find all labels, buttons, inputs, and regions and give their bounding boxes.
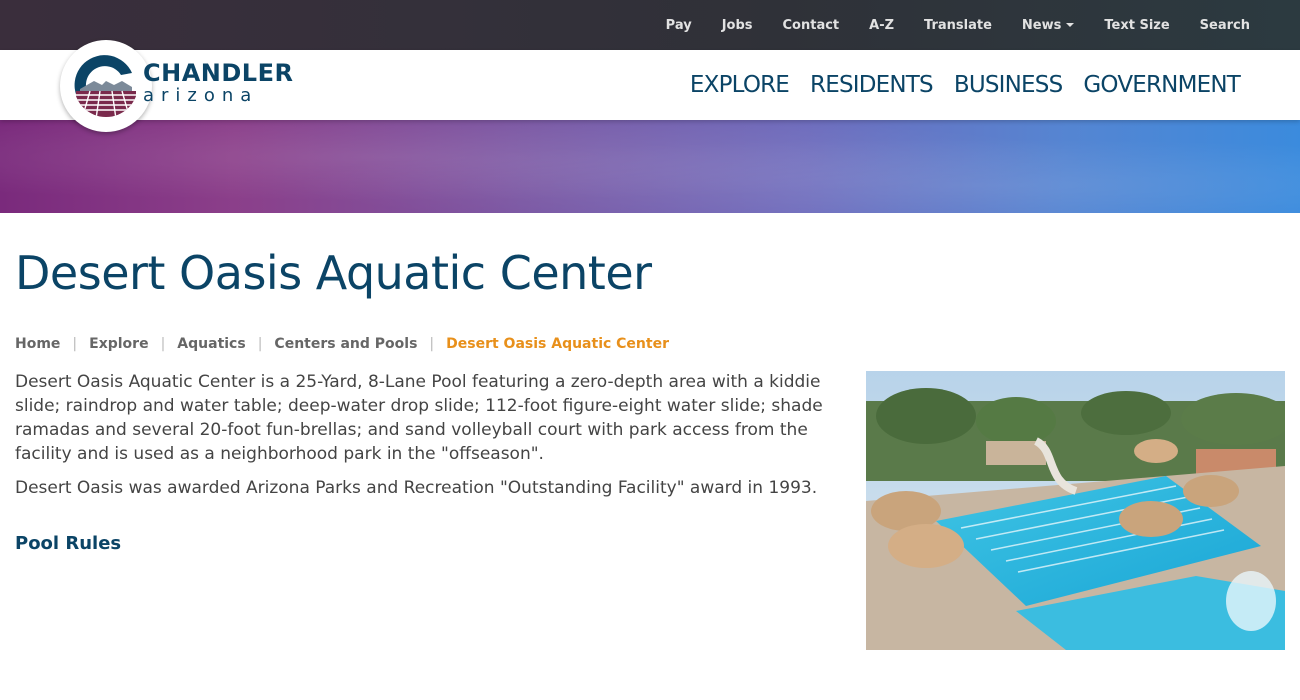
- award-paragraph: Desert Oasis was awarded Arizona Parks a…: [15, 478, 818, 498]
- utility-nav: Pay Jobs Contact A-Z Translate News Text…: [636, 0, 1250, 50]
- breadcrumb-home[interactable]: Home: [15, 336, 60, 352]
- pool-aerial-image: [866, 371, 1285, 650]
- util-link-a-z[interactable]: A-Z: [869, 18, 894, 33]
- caret-down-icon: [1066, 23, 1075, 27]
- chandler-city-seal-icon: [73, 52, 139, 118]
- breadcrumb-separator: |: [429, 336, 435, 352]
- breadcrumb-aquatics[interactable]: Aquatics: [177, 336, 245, 352]
- main-nav: EXPLORE RESIDENTS BUSINESS GOVERNMENT: [669, 50, 1241, 120]
- util-link-news-label: News: [1021, 17, 1062, 33]
- main-content: Desert Oasis Aquatic Center is a 25-Yard…: [15, 370, 825, 556]
- main-nav-residents[interactable]: RESIDENTS: [810, 72, 934, 98]
- aquatic-center-photo: [866, 371, 1285, 650]
- pool-rules-link[interactable]: Pool Rules: [15, 532, 121, 556]
- description-paragraph: Desert Oasis Aquatic Center is a 25-Yard…: [15, 372, 823, 464]
- breadcrumb-separator: |: [257, 336, 263, 352]
- breadcrumb-current: Desert Oasis Aquatic Center: [446, 336, 669, 352]
- breadcrumb: Home | Explore | Aquatics | Centers and …: [15, 336, 669, 352]
- page-title: Desert Oasis Aquatic Center: [15, 246, 652, 300]
- hero-banner: [0, 120, 1300, 213]
- logo-link[interactable]: [60, 40, 152, 132]
- utility-bar: Pay Jobs Contact A-Z Translate News Text…: [0, 0, 1300, 50]
- main-nav-business[interactable]: BUSINESS: [954, 72, 1063, 98]
- util-link-jobs[interactable]: Jobs: [722, 18, 753, 33]
- util-link-text-size[interactable]: Text Size: [1104, 18, 1169, 33]
- util-link-news[interactable]: News: [1021, 17, 1075, 33]
- logo-wordmark[interactable]: CHANDLER arizona: [143, 60, 293, 106]
- main-nav-government[interactable]: GOVERNMENT: [1083, 72, 1240, 98]
- breadcrumb-separator: |: [160, 336, 166, 352]
- util-link-contact[interactable]: Contact: [783, 18, 840, 33]
- breadcrumb-explore[interactable]: Explore: [89, 336, 148, 352]
- util-link-translate[interactable]: Translate: [924, 18, 992, 33]
- util-link-search[interactable]: Search: [1200, 18, 1250, 33]
- logo-line-arizona: arizona: [143, 85, 259, 106]
- main-nav-explore[interactable]: EXPLORE: [690, 72, 790, 98]
- breadcrumb-centers-and-pools[interactable]: Centers and Pools: [274, 336, 417, 352]
- breadcrumb-separator: |: [72, 336, 78, 352]
- util-link-pay[interactable]: Pay: [666, 18, 692, 33]
- logo-line-chandler: CHANDLER: [143, 59, 294, 87]
